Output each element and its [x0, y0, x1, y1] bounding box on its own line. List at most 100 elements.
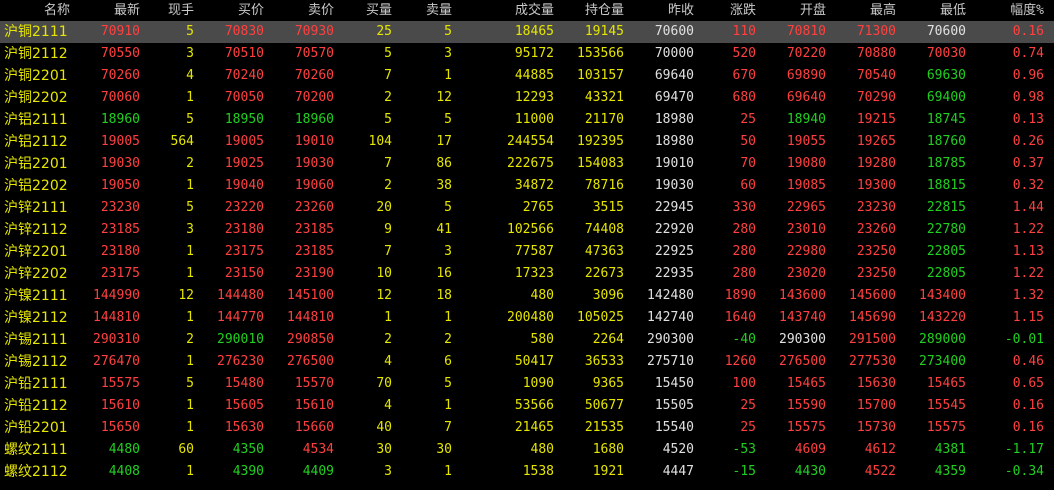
table-row[interactable]: 沪锡2111 290310 2 290010 290850 2 2 580 2264 290300…: [0, 329, 1054, 351]
table-row[interactable]: 沪铜2111 70910 5 70830 70930 25 5 18465 19145 70600…: [0, 21, 1054, 43]
cell-prev-close: 69640: [654, 68, 694, 83]
header-last[interactable]: 最新: [114, 0, 140, 21]
header-bid-vol[interactable]: 买量: [366, 0, 392, 21]
header-ask-vol[interactable]: 卖量: [426, 0, 452, 21]
cell-open-int: 36533: [584, 354, 624, 369]
header-low[interactable]: 最低: [940, 0, 966, 21]
header-open[interactable]: 开盘: [800, 0, 826, 21]
cell-ask: 70570: [294, 46, 334, 61]
table-row[interactable]: 沪锌2112 23185 3 23180 23185 9 41 102566 74408 2292…: [0, 219, 1054, 241]
cell-prev-close: 22945: [654, 200, 694, 215]
cell-ask-vol: 1: [444, 464, 452, 479]
cell-cur-vol: 60: [178, 442, 194, 457]
table-row[interactable]: 螺纹2111 4480 60 4350 4534 30 30 480 1680 4520 -53 46…: [0, 439, 1054, 461]
header-open-int[interactable]: 持仓量: [585, 0, 624, 21]
cell-prev-close: 142740: [647, 310, 694, 325]
cell-change: 330: [732, 200, 756, 215]
table-row[interactable]: 沪铅2112 15610 1 15605 15610 4 1 53566 50677 15505 2…: [0, 395, 1054, 417]
cell-cur-vol: 5: [186, 200, 194, 215]
cell-cur-vol: 564: [170, 134, 194, 149]
cell-volume: 200480: [507, 310, 554, 325]
table-row[interactable]: 沪铝2201 19030 2 19025 19030 7 86 222675 154083 190…: [0, 153, 1054, 175]
cell-bid-vol: 7: [384, 68, 392, 83]
cell-low: 22815: [926, 200, 966, 215]
cell-ask-vol: 3: [444, 244, 452, 259]
table-row[interactable]: 沪锌2201 23180 1 23175 23185 7 3 77587 47363 22925 2…: [0, 241, 1054, 263]
table-row[interactable]: 沪铝2112 19005 564 19005 19010 104 17 244554 19239…: [0, 131, 1054, 153]
cell-open: 143600: [779, 288, 826, 303]
cell-name: 沪锌2202: [4, 266, 68, 282]
cell-bid-vol: 7: [384, 156, 392, 171]
header-volume[interactable]: 成交量: [515, 0, 554, 21]
cell-open-int: 1921: [592, 464, 624, 479]
table-row[interactable]: 沪铅2201 15650 1 15630 15660 40 7 21465 21535 15540…: [0, 417, 1054, 439]
table-row[interactable]: 沪铝2111 18960 5 18950 18960 5 5 11000 21170 18980 2…: [0, 109, 1054, 131]
header-prev-close[interactable]: 昨收: [668, 0, 694, 21]
table-row[interactable]: 螺纹2112 4408 1 4390 4409 3 1 1538 1921 4447 -15 4430…: [0, 461, 1054, 483]
cell-bid-vol: 5: [384, 112, 392, 127]
cell-ask-vol: 16: [436, 266, 452, 281]
cell-last: 23230: [100, 200, 140, 215]
table-row[interactable]: 沪锡2112 276470 1 276230 276500 4 6 50417 36533 275…: [0, 351, 1054, 373]
cell-volume: 580: [530, 332, 554, 347]
cell-open: 19055: [786, 134, 826, 149]
cell-last: 70910: [100, 24, 140, 39]
cell-name: 沪铜2111: [4, 24, 68, 40]
cell-prev-close: 70000: [654, 46, 694, 61]
header-high[interactable]: 最高: [870, 0, 896, 21]
cell-ask: 70200: [294, 90, 334, 105]
cell-name: 沪铅2111: [4, 376, 68, 392]
cell-open: 19085: [786, 178, 826, 193]
header-change[interactable]: 涨跌: [730, 0, 756, 21]
table-row[interactable]: 沪铅2111 15575 5 15480 15570 70 5 1090 9365 15450 10…: [0, 373, 1054, 395]
cell-change: 520: [732, 46, 756, 61]
cell-open-int: 192395: [577, 134, 624, 149]
cell-prev-close: 22925: [654, 244, 694, 259]
cell-volume: 95172: [514, 46, 554, 61]
cell-ask-vol: 2: [444, 332, 452, 347]
header-cur-vol[interactable]: 现手: [168, 0, 194, 21]
header-pct[interactable]: 幅度%: [1010, 0, 1044, 21]
table-row[interactable]: 沪铜2202 70060 1 70050 70200 2 12 12293 43321 69470…: [0, 87, 1054, 109]
cell-pct: 0.96: [1012, 68, 1044, 83]
cell-last: 70550: [100, 46, 140, 61]
cell-bid-vol: 10: [376, 266, 392, 281]
table-row[interactable]: 沪镍2112 144810 1 144770 144810 1 1 200480 105025 1…: [0, 307, 1054, 329]
cell-ask: 70930: [294, 24, 334, 39]
header-bid[interactable]: 买价: [238, 0, 264, 21]
cell-name: 沪铝2202: [4, 178, 68, 194]
table-row[interactable]: 沪铜2201 70260 4 70240 70260 7 1 44885 103157 69640…: [0, 65, 1054, 87]
cell-bid-vol: 104: [368, 134, 392, 149]
cell-bid: 18950: [224, 112, 264, 127]
cell-high: 70540: [856, 68, 896, 83]
futures-quote-board: 名称 最新 现手 买价 卖价 买量 卖量 成交量 持仓量 昨收 涨跌 开盘 最高 最低 幅度% 沪铜2111…: [0, 0, 1054, 490]
cell-low: 273400: [919, 354, 966, 369]
table-row[interactable]: 沪锌2111 23230 5 23220 23260 20 5 2765 3515 22945 33…: [0, 197, 1054, 219]
cell-bid: 19025: [224, 156, 264, 171]
table-row[interactable]: 沪镍2111 144990 12 144480 145100 12 18 480 3096 142…: [0, 285, 1054, 307]
cell-pct: 0.26: [1012, 134, 1044, 149]
cell-volume: 44885: [514, 68, 554, 83]
cell-cur-vol: 1: [186, 464, 194, 479]
cell-change: 25: [740, 398, 756, 413]
cell-pct: -1.17: [1004, 442, 1044, 457]
cell-change: 670: [732, 68, 756, 83]
cell-open-int: 21170: [584, 112, 624, 127]
table-row[interactable]: 沪铝2202 19050 1 19040 19060 2 38 34872 78716 19030…: [0, 175, 1054, 197]
cell-ask: 144810: [287, 310, 334, 325]
cell-high: 277530: [849, 354, 896, 369]
cell-ask: 23260: [294, 200, 334, 215]
cell-change: -40: [732, 332, 756, 347]
cell-name: 沪镍2111: [4, 288, 68, 304]
cell-change: -53: [732, 442, 756, 457]
cell-open-int: 74408: [584, 222, 624, 237]
cell-pct: 1.15: [1012, 310, 1044, 325]
cell-ask: 23185: [294, 244, 334, 259]
table-row[interactable]: 沪锌2202 23175 1 23150 23190 10 16 17323 22673 2293…: [0, 263, 1054, 285]
cell-ask-vol: 17: [436, 134, 452, 149]
header-name[interactable]: 名称: [4, 0, 70, 21]
cell-bid: 15480: [224, 376, 264, 391]
cell-bid-vol: 3: [384, 464, 392, 479]
header-ask[interactable]: 卖价: [308, 0, 334, 21]
table-row[interactable]: 沪铜2112 70550 3 70510 70570 5 3 95172 153566 70000…: [0, 43, 1054, 65]
